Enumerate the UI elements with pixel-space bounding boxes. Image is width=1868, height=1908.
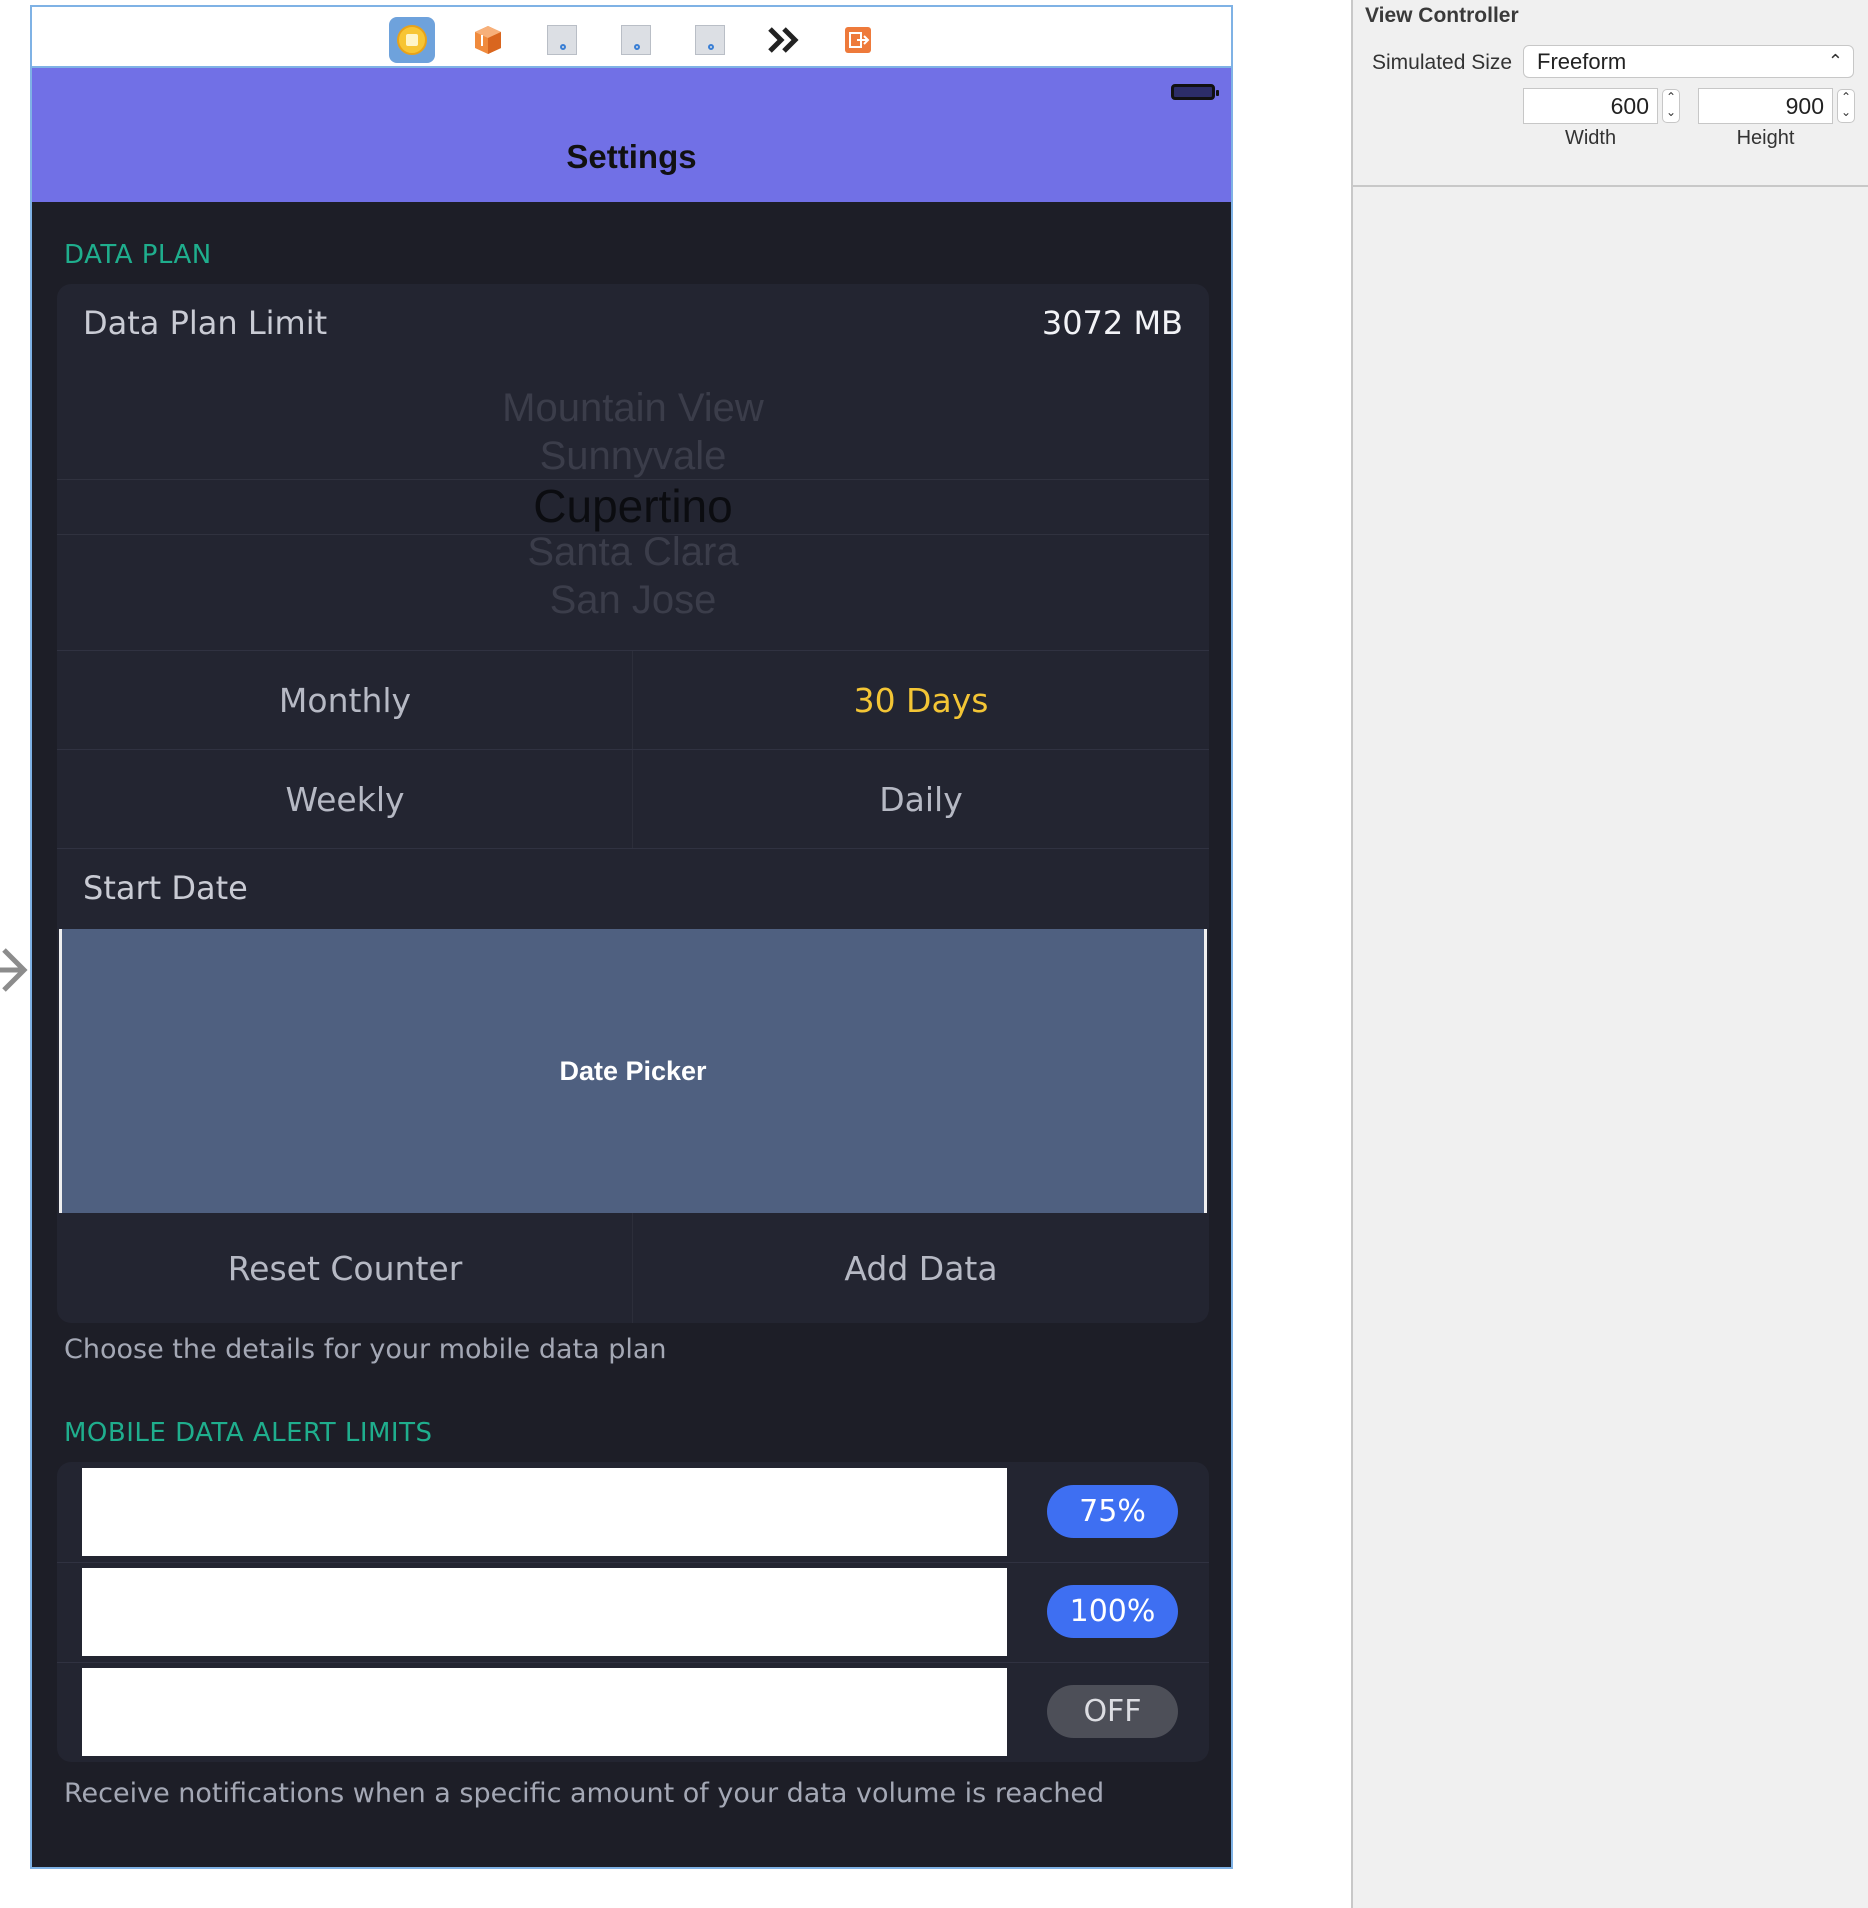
picker-item: Santa Clara xyxy=(527,530,739,574)
period-monthly-button[interactable]: Monthly xyxy=(57,651,633,749)
scene-dock xyxy=(32,7,1231,68)
reset-counter-button[interactable]: Reset Counter xyxy=(57,1213,633,1323)
width-field[interactable]: 600 xyxy=(1523,88,1658,124)
period-weekly-button[interactable]: Weekly xyxy=(57,750,633,848)
data-plan-footer: Choose the details for your mobile data … xyxy=(64,1334,667,1365)
city-picker[interactable]: Mountain View Sunnyvale Cupertino Santa … xyxy=(57,364,1209,650)
period-row-1: Monthly 30 Days xyxy=(57,651,1209,749)
alert-limits-card: 75% 100% OFF xyxy=(57,1462,1209,1762)
alert-row: OFF xyxy=(57,1662,1209,1762)
data-plan-limit-row[interactable]: Data Plan Limit 3072 MB xyxy=(57,284,1209,364)
period-row-2: Weekly Daily xyxy=(57,750,1209,848)
alert-text-field[interactable] xyxy=(82,1468,1007,1556)
height-field[interactable]: 900 xyxy=(1698,88,1833,124)
alert-row: 100% xyxy=(57,1562,1209,1662)
start-date-label: Start Date xyxy=(83,869,248,907)
simulated-size-value: Freeform xyxy=(1537,49,1627,74)
picker-item: Mountain View xyxy=(502,386,764,430)
height-caption: Height xyxy=(1736,127,1795,149)
section-header-data-plan: DATA PLAN xyxy=(64,240,212,270)
first-responder-icon[interactable] xyxy=(465,17,511,63)
period-daily-button[interactable]: Daily xyxy=(632,750,1209,848)
date-picker[interactable]: Date Picker xyxy=(59,929,1207,1213)
alert-text-field[interactable] xyxy=(82,1568,1007,1656)
initial-scene-arrow-icon xyxy=(0,948,28,992)
segue-placeholder-icon[interactable] xyxy=(687,17,733,63)
storyboard-scene[interactable]: Settings DATA PLAN Data Plan Limit 3072 … xyxy=(30,5,1233,1869)
attributes-inspector: View Controller Simulated Size Freeform … xyxy=(1351,0,1868,1908)
start-date-row[interactable]: Start Date xyxy=(57,849,1209,929)
width-stepper[interactable]: ⌃ ⌄ xyxy=(1662,89,1680,123)
data-plan-card: Data Plan Limit 3072 MB Mountain View Su… xyxy=(57,284,1209,1323)
inspector-title: View Controller xyxy=(1365,4,1519,27)
add-data-button[interactable]: Add Data xyxy=(632,1213,1209,1323)
data-plan-limit-label: Data Plan Limit xyxy=(83,304,328,342)
width-caption: Width xyxy=(1564,127,1617,149)
picker-item: Sunnyvale xyxy=(539,434,727,478)
page-title: Settings xyxy=(566,138,697,175)
section-header-alert-limits: MOBILE DATA ALERT LIMITS xyxy=(64,1418,433,1448)
alert-toggle-pill[interactable]: 75% xyxy=(1047,1485,1178,1538)
simulated-size-label: Simulated Size xyxy=(1372,51,1513,74)
alert-text-field[interactable] xyxy=(82,1668,1007,1756)
view-controller-icon[interactable] xyxy=(389,17,435,63)
alert-toggle-pill[interactable]: OFF xyxy=(1047,1685,1178,1738)
picker-item: San Jose xyxy=(549,578,717,622)
inspector-section: View Controller Simulated Size Freeform … xyxy=(1353,0,1868,187)
data-plan-limit-value: 3072 MB xyxy=(1041,304,1183,342)
picker-item-selected: Cupertino xyxy=(533,480,733,532)
double-chevron-icon[interactable] xyxy=(761,17,807,63)
alert-toggle-pill[interactable]: 100% xyxy=(1047,1585,1178,1638)
simulated-size-select[interactable]: Freeform ⌃ xyxy=(1523,45,1854,78)
segue-placeholder-icon[interactable] xyxy=(539,17,585,63)
period-30-days-button[interactable]: 30 Days xyxy=(632,651,1209,749)
exit-icon[interactable] xyxy=(835,17,881,63)
date-picker-label: Date Picker xyxy=(559,1055,707,1086)
height-stepper[interactable]: ⌃ ⌄ xyxy=(1837,89,1855,123)
actions-row: Reset Counter Add Data xyxy=(57,1213,1209,1323)
alert-row: 75% xyxy=(57,1462,1209,1562)
alert-limits-footer: Receive notifications when a specific am… xyxy=(64,1778,1105,1809)
battery-icon xyxy=(1171,84,1219,100)
segue-placeholder-icon[interactable] xyxy=(613,17,659,63)
navigation-bar: Settings xyxy=(32,68,1231,202)
updown-chevron-icon: ⌃ xyxy=(1827,51,1843,71)
